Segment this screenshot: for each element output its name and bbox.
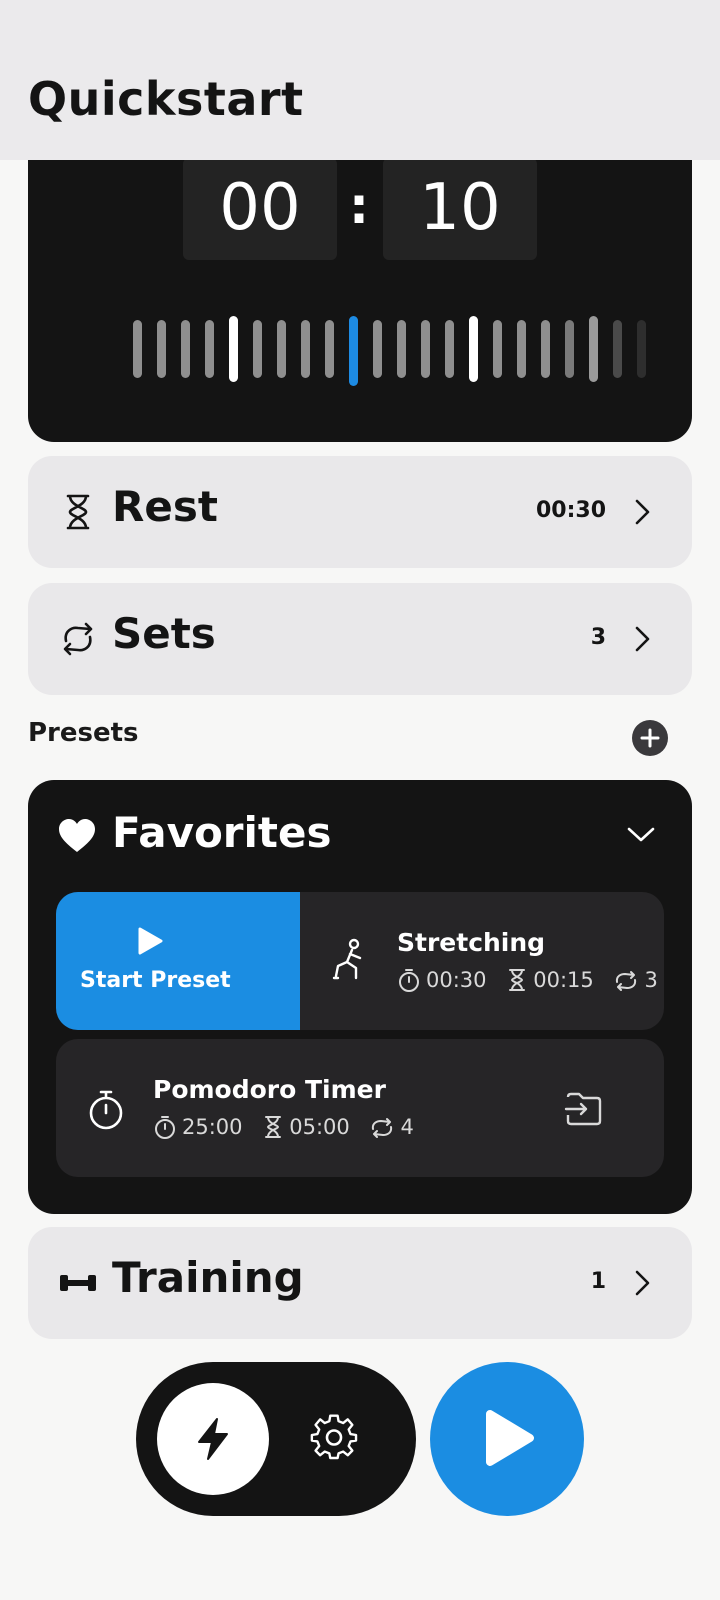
ruler-tick [445, 320, 454, 378]
chevron-right-icon [635, 626, 650, 652]
ruler-tick [181, 320, 190, 378]
ruler-tick [613, 320, 622, 378]
heart-icon [59, 819, 95, 852]
mode-toggle [136, 1362, 416, 1516]
quickstart-tab[interactable] [157, 1383, 269, 1495]
plus-icon [640, 728, 660, 748]
sets-label: Sets [112, 609, 216, 658]
gear-icon[interactable] [308, 1412, 360, 1464]
ruler-tick [277, 320, 286, 378]
hourglass-icon [265, 1116, 282, 1138]
stopwatch-icon [399, 969, 419, 992]
import-folder-icon[interactable] [564, 1089, 604, 1129]
training-row[interactable]: Training 1 [28, 1227, 692, 1339]
ruler-tick [373, 320, 382, 378]
stretching-figure-icon [332, 938, 362, 980]
favorites-title: Favorites [112, 808, 332, 857]
time-separator: : [349, 177, 369, 235]
repeat-icon [616, 971, 637, 991]
chevron-right-icon [635, 1270, 650, 1296]
ruler-tick [637, 320, 646, 378]
stopwatch-icon [89, 1090, 123, 1130]
rest-value: 00:30 [535, 498, 606, 523]
seconds-display[interactable]: 10 [383, 158, 537, 260]
minutes-display[interactable]: 00 [183, 158, 337, 260]
start-preset-label: Start Preset [80, 968, 231, 993]
dumbbell-icon [60, 1275, 96, 1291]
play-icon [138, 927, 163, 955]
training-label: Training [112, 1253, 304, 1302]
ruler-tick [493, 320, 502, 378]
lightning-icon [198, 1418, 228, 1460]
app-header: Quickstart [0, 0, 720, 160]
hourglass-icon [509, 969, 526, 991]
rest-time: 05:00 [289, 1115, 350, 1139]
sets-count: 3 [644, 968, 658, 992]
play-icon [486, 1410, 534, 1466]
ruler-tick-major [589, 316, 598, 382]
presets-heading: Presets [28, 718, 139, 748]
chevron-right-icon [635, 499, 650, 525]
ruler-tick [421, 320, 430, 378]
stopwatch-icon [155, 1116, 175, 1139]
ruler-tick [517, 320, 526, 378]
sets-row[interactable]: Sets 3 [28, 583, 692, 695]
repeat-icon [372, 1118, 393, 1138]
preset-item-stretching[interactable]: Start Preset Stretching 00:30 00:15 3 [56, 892, 664, 1030]
preset-stats: 25:00 05:00 4 [154, 1115, 428, 1139]
ruler-tick-major [469, 316, 478, 382]
rest-row[interactable]: Rest 00:30 [28, 456, 692, 568]
work-time: 25:00 [182, 1115, 243, 1139]
rest-time: 00:15 [533, 968, 594, 992]
preset-stats: 00:30 00:15 3 [398, 968, 664, 992]
sets-value: 3 [590, 625, 606, 650]
ruler-tick-major [229, 316, 238, 382]
preset-name: Stretching [397, 928, 546, 957]
ruler-tick [565, 320, 574, 378]
ruler-indicator [349, 316, 358, 386]
add-preset-button[interactable] [632, 720, 668, 756]
sets-count: 4 [400, 1115, 414, 1139]
ruler-tick [253, 320, 262, 378]
repeat-icon [63, 622, 93, 656]
chevron-down-icon[interactable] [626, 826, 656, 844]
page-title: Quickstart [28, 72, 304, 126]
training-value: 1 [590, 1269, 606, 1294]
ruler-tick [157, 320, 166, 378]
ruler-tick [301, 320, 310, 378]
preset-name: Pomodoro Timer [153, 1075, 386, 1104]
rest-label: Rest [112, 482, 218, 531]
favorites-group: Favorites Start Preset Stretching 00:30 … [28, 780, 692, 1214]
ruler-tick [541, 320, 550, 378]
ruler-tick [133, 320, 142, 378]
ruler-tick [205, 320, 214, 378]
ruler-tick [325, 320, 334, 378]
work-time: 00:30 [426, 968, 487, 992]
hourglass-icon [66, 494, 90, 530]
start-timer-button[interactable] [430, 1362, 584, 1516]
preset-item-pomodoro[interactable]: Pomodoro Timer 25:00 05:00 4 [56, 1039, 664, 1177]
start-preset-button[interactable]: Start Preset [56, 892, 300, 1030]
ruler-tick [397, 320, 406, 378]
time-ruler-slider[interactable] [133, 316, 692, 388]
